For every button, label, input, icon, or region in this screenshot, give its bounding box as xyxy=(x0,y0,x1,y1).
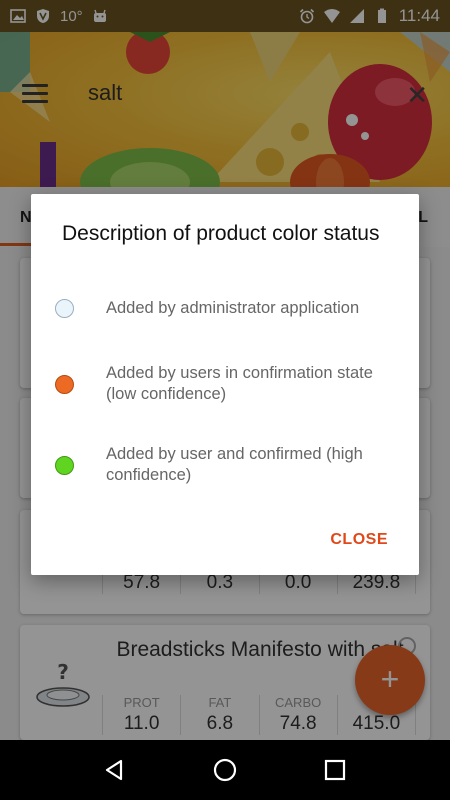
color-status-dialog: Description of product color status Adde… xyxy=(31,194,419,575)
legend-item-pending: Added by users in confirmation state (lo… xyxy=(55,363,399,405)
recents-square-icon xyxy=(324,759,346,781)
legend-item-admin: Added by administrator application xyxy=(55,298,399,319)
white-status-dot-icon xyxy=(55,299,74,318)
legend-text: Added by user and confirmed (high confid… xyxy=(106,445,363,484)
legend-item-confirmed: Added by user and confirmed (high confid… xyxy=(55,444,399,486)
system-nav-bar xyxy=(0,740,450,800)
orange-status-dot-icon xyxy=(55,374,74,394)
recents-button[interactable] xyxy=(321,756,349,784)
legend-text: Added by administrator application xyxy=(106,299,360,317)
back-triangle-icon xyxy=(105,759,123,781)
green-status-dot-icon xyxy=(55,455,74,475)
home-circle-icon xyxy=(213,758,237,782)
back-button[interactable] xyxy=(101,756,129,784)
home-button[interactable] xyxy=(211,756,239,784)
legend-text: Added by users in confirmation state (lo… xyxy=(106,364,373,403)
dialog-title: Description of product color status xyxy=(62,222,380,245)
close-button[interactable]: CLOSE xyxy=(330,531,388,549)
